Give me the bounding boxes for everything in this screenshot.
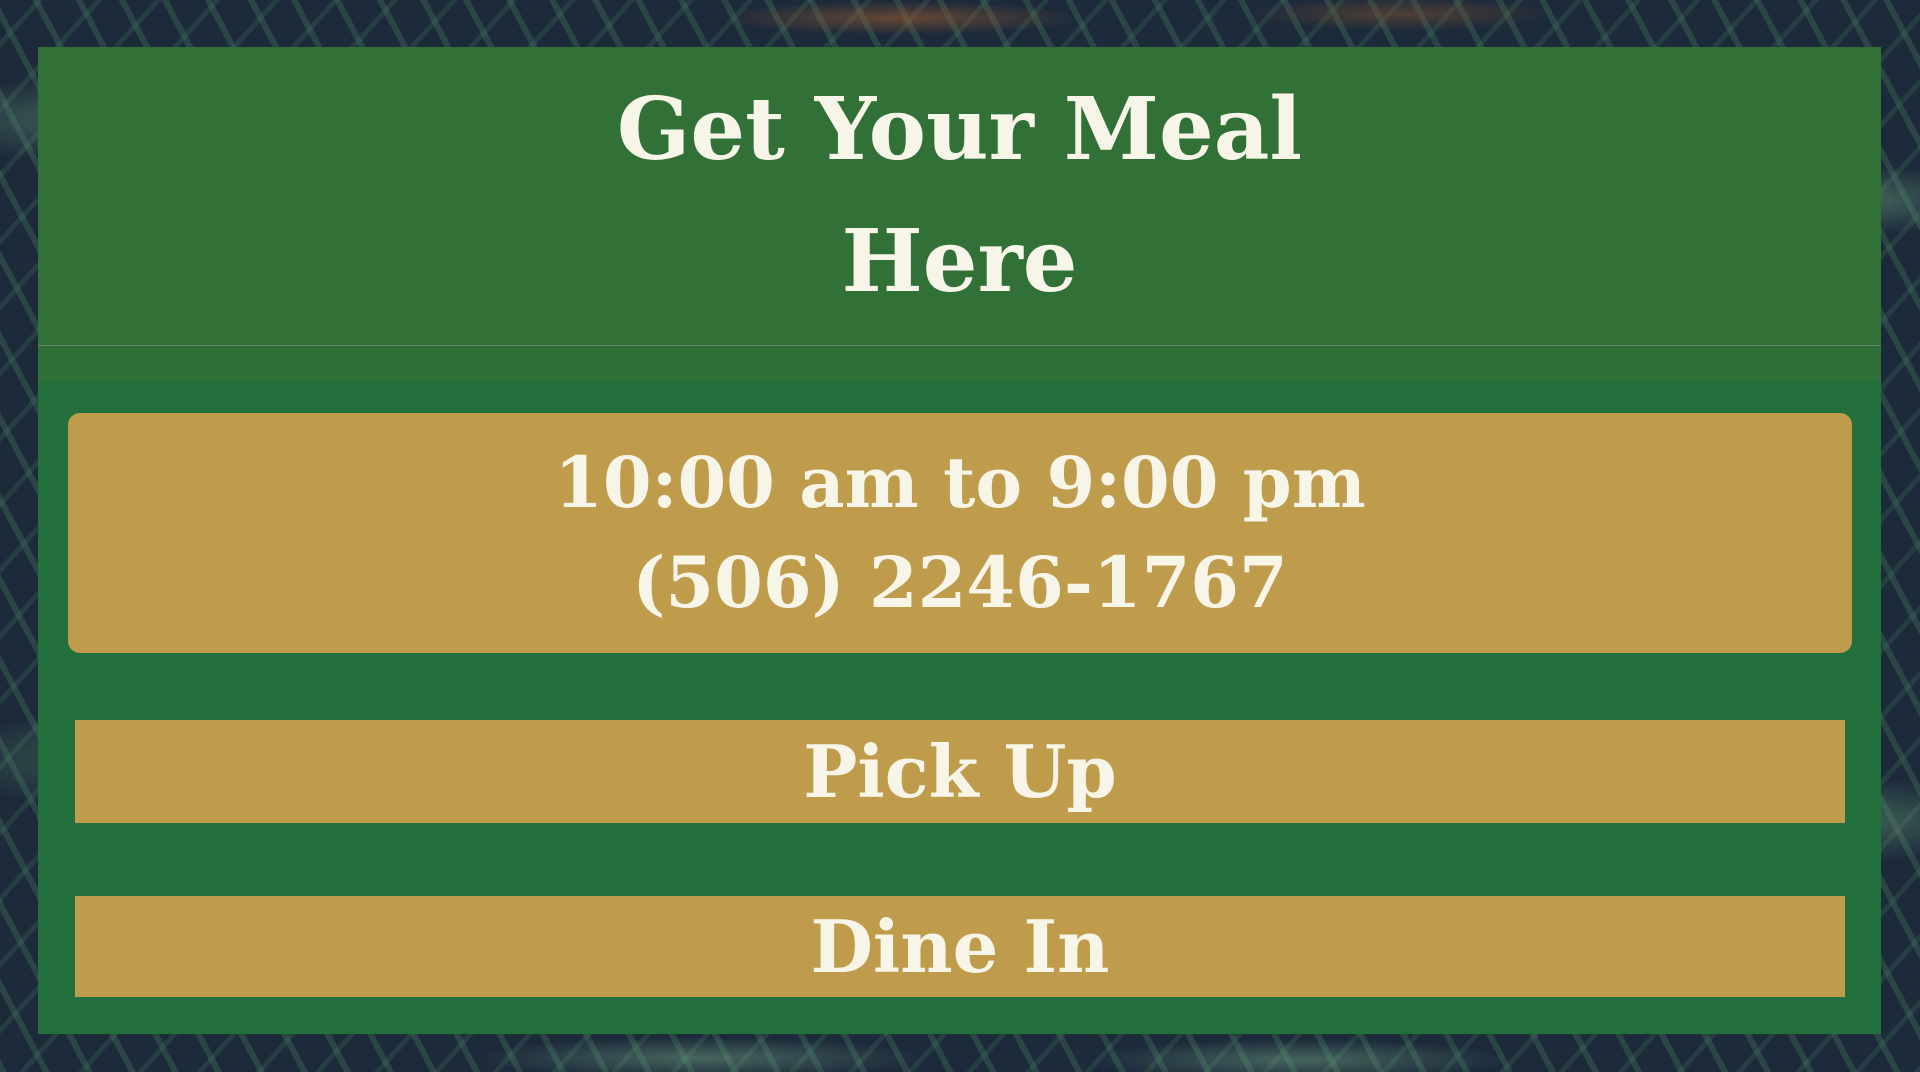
page-title: Get Your Meal Here	[580, 64, 1340, 328]
card-header: Get Your Meal Here	[38, 47, 1881, 346]
header-divider-bar	[38, 346, 1881, 381]
title-line-1: Get Your Meal	[616, 79, 1303, 180]
dine-in-button-label: Dine In	[810, 904, 1110, 989]
hours-phone-panel: 10:00 am to 9:00 pm (506) 2246-1767	[68, 413, 1852, 653]
pick-up-button[interactable]: Pick Up	[75, 720, 1845, 823]
meal-card: Get Your Meal Here 10:00 am to 9:00 pm (…	[38, 47, 1881, 1034]
title-line-2: Here	[841, 211, 1078, 312]
dine-in-button[interactable]: Dine In	[75, 896, 1845, 997]
opening-hours-text: 10:00 am to 9:00 pm	[554, 441, 1366, 524]
phone-number-text: (506) 2246-1767	[632, 541, 1288, 624]
pick-up-button-label: Pick Up	[803, 729, 1117, 814]
